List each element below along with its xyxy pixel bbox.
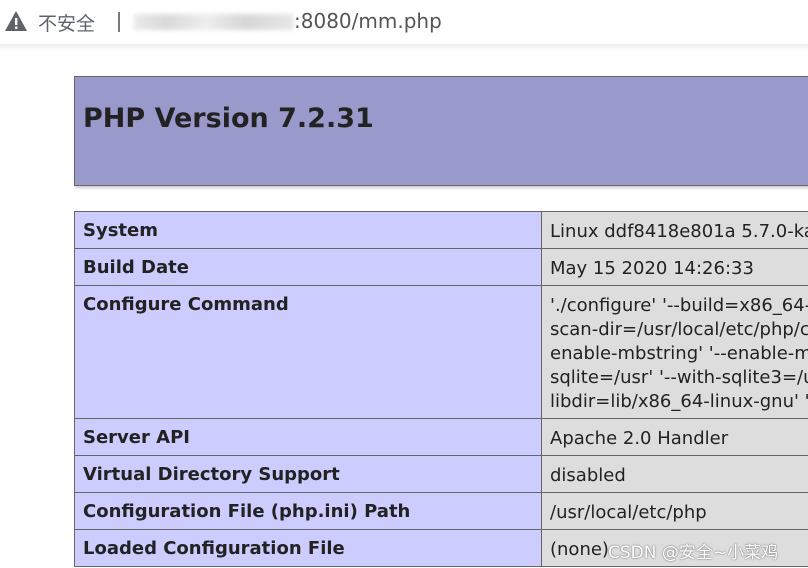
php-info-table: System Linux ddf8418e801a 5.7.0-kali Build… [74, 211, 808, 567]
page-title: PHP Version 7.2.31 [83, 103, 374, 134]
row-key: Loaded Configuration File [74, 529, 542, 567]
row-key: Server API [74, 418, 542, 456]
row-value: /usr/local/etc/php [541, 492, 808, 530]
row-value: Linux ddf8418e801a 5.7.0-kali [541, 211, 808, 249]
row-value-line: sqlite=/usr' '--with-sqlite3=/us [550, 367, 808, 388]
row-value: disabled [541, 455, 808, 493]
row-value-line: Apache 2.0 Handler [550, 428, 729, 449]
row-key: Build Date [74, 248, 542, 286]
row-value-line: libdir=lib/x86_64-linux-gnu' '- [550, 391, 808, 412]
url-text[interactable]: :8080/mm.php [294, 9, 442, 33]
row-key: Configuration File (php.ini) Path [74, 492, 542, 530]
table-row: Configuration File (php.ini) Path/usr/lo… [74, 492, 808, 530]
row-key: System [74, 211, 542, 249]
table-row: Server API Apache 2.0 Handler [74, 418, 808, 456]
watermark: CSDN @安全~小菜鸡 [608, 543, 779, 563]
table-row: Virtual Directory Support disabled [74, 455, 808, 493]
row-value-line: /usr/local/etc/php [550, 502, 707, 523]
address-separator [118, 12, 120, 32]
table-row: Build Date May 15 2020 14:26:33 [74, 248, 808, 286]
row-value-line: disabled [550, 465, 626, 486]
row-key: Virtual Directory Support [74, 455, 542, 493]
address-bar[interactable]: 不安全 :8080/mm.php [0, 0, 808, 45]
row-key: Configure Command [74, 285, 542, 419]
table-row: System Linux ddf8418e801a 5.7.0-kali [74, 211, 808, 249]
php-version-header: PHP Version 7.2.31 [74, 76, 808, 186]
row-value: May 15 2020 14:26:33 [541, 248, 808, 286]
redacted-host [134, 14, 294, 30]
security-status-label[interactable]: 不安全 [38, 9, 95, 36]
row-value-line: May 15 2020 14:26:33 [550, 258, 754, 279]
row-value-line: enable-mbstring' '--enable-my [550, 343, 808, 364]
row-value: './configure' '--build=x86_64-li scan-dir… [541, 285, 808, 419]
row-value-line: './configure' '--build=x86_64-li [550, 295, 808, 316]
row-value: Apache 2.0 Handler [541, 418, 808, 456]
row-value-line: Linux ddf8418e801a 5.7.0-kali [550, 221, 808, 242]
table-row: Configure Command './configure' '--build=… [74, 285, 808, 419]
warning-triangle-icon[interactable] [4, 10, 28, 32]
row-value-line: scan-dir=/usr/local/etc/php/co [550, 319, 808, 340]
toolbar-shadow [0, 44, 808, 50]
